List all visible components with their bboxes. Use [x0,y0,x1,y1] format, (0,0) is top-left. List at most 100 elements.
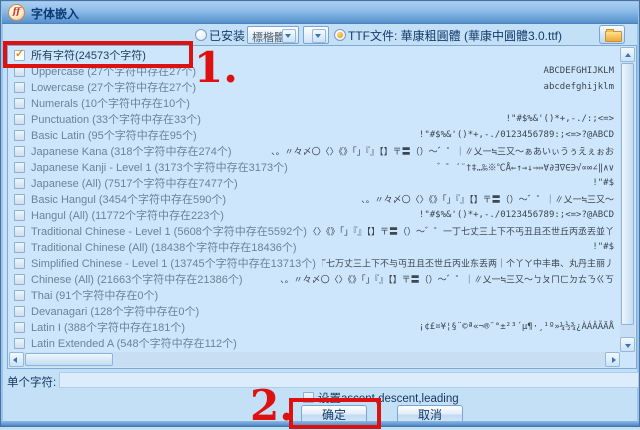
charset-row[interactable]: Devanagari (128个字符中存在0个) [9,303,620,319]
charset-checkbox[interactable] [14,306,25,317]
charset-row[interactable]: Latin Extended A (548个字符中存在112个) [9,335,620,351]
charset-checkbox[interactable] [14,322,25,333]
charset-label: Lowercase (27个字符中存在27个) [31,79,196,95]
charset-checkbox[interactable] [14,178,25,189]
charset-label: Thai (91个字符中存在0个) [31,287,158,303]
installed-radio[interactable] [195,29,207,41]
charset-sample-area: abcdefghijklm [202,79,616,95]
scroll-right-button[interactable] [605,352,620,367]
charset-sample-area: 、。〃々〆〇〈〉《》「」『』【】〒〓（）〜゛゜｜∥乂一≒三又〜ぁあいぃうぅえぇぉ… [238,143,616,159]
charset-checkbox[interactable] [14,226,25,237]
charset-row[interactable]: Lowercase (27个字符中存在27个) abcdefghijklm [9,79,620,95]
charset-sample-area: !"#$%&'()*+,-./:;<=> [207,111,616,127]
charset-sample: 一丁七万丈三上下不与丏丑且丕世丘丙业东丢两｜个丫ㄚ中丰串、丸丹主丽丿 [322,257,614,270]
installed-font-select[interactable]: 標楷體 [247,26,299,44]
app-logo-icon: ff [8,4,25,21]
charset-checkbox[interactable] [14,210,25,221]
charset-checkbox[interactable] [14,130,25,141]
charset-sample-area: ¡¢£¤¥¦§¨©ª«¬®¯°±²³´µ¶·¸¹º»¼½¾¿ÀÁÂÃÄÅ [191,319,616,335]
charset-row[interactable]: Simplified Chinese - Level 1 (13745个字符中存… [9,255,620,271]
charset-checkbox[interactable] [14,98,25,109]
charset-sample-area [205,303,616,319]
charset-row[interactable]: Chinese (All) (21663个字符中存在21386个) 、。〃々〆〇… [9,271,620,287]
charset-sample: ¡¢£¤¥¦§¨©ª«¬®¯°±²³´µ¶·¸¹º»¼½¾¿ÀÁÂÃÄÅ [419,322,614,332]
charset-checkbox[interactable] [14,290,25,301]
charset-sample-area: !"#$ [244,175,616,191]
charset-sample: abcdefghijklm [544,82,614,92]
browse-ttf-button[interactable] [599,25,625,44]
charset-checkbox[interactable] [14,146,25,157]
charset-label: Japanese Kana (318个字符中存在274个) [31,143,232,159]
charset-label: Basic Latin (95个字符中存在95个) [31,127,197,143]
charset-label: Hangul (All) (11772个字符中存在223个) [31,207,224,223]
charset-sample-area: ABCDEFGHIJKLM [202,63,616,79]
charset-row[interactable]: Traditional Chinese - Level 1 (5608个字符中存… [9,223,620,239]
charset-sample-area: !"#$ [303,239,616,255]
scroll-up-button[interactable] [620,47,635,62]
arrow-down-icon [625,344,631,348]
charset-checkbox[interactable] [14,242,25,253]
scroll-down-button[interactable] [620,337,635,352]
charset-label: Numerals (10个字符中存在10个) [31,95,190,111]
titlebar[interactable]: ff 字体嵌入 [2,2,638,24]
charset-sample-area: !"#$%&'()*+,-./0123456789:;<=>?@ABCD [203,127,616,143]
charset-sample-area [164,287,616,303]
vertical-scrollbar[interactable] [620,47,635,352]
charset-sample-area: !"#$%&'()*+,-./0123456789:;<=>?@ABCD [230,207,616,223]
charset-sample-area: 一丁七万丈三上下不与丏丑且丕世丘丙业东丢两｜个丫ㄚ中丰串、丸丹主丽丿 [322,255,616,271]
charset-checkbox[interactable] [14,114,25,125]
charset-row[interactable]: Japanese (All) (7517个字符中存在7477个) !"#$ [9,175,620,191]
charset-row[interactable]: Traditional Chinese (All) (18438个字符中存在18… [9,239,620,255]
horizontal-scrollbar[interactable] [9,352,620,367]
scroll-left-button[interactable] [9,352,24,367]
charset-sample-area [243,335,616,351]
charset-row[interactable]: Latin I (388个字符中存在181个) ¡¢£¤¥¦§¨©ª«¬®¯°±… [9,319,620,335]
horizontal-scroll-thumb[interactable] [25,353,113,366]
charset-label: Basic Hangul (3454个字符中存在590个) [31,191,226,207]
charset-sample: !"#$ [592,178,614,188]
arrow-up-icon [625,53,631,57]
charset-sample: 、。〃々〆〇〈〉《》「」『』【】〒〓（）〜゛゜｜∥乂一≒三又〜 [361,193,614,206]
charset-row[interactable]: Punctuation (33个字符中存在33个) !"#$%&'()*+,-.… [9,111,620,127]
charset-row[interactable]: Basic Hangul (3454个字符中存在590个) 、。〃々〆〇〈〉《》… [9,191,620,207]
charset-checkbox[interactable] [14,258,25,269]
window-title: 字体嵌入 [31,5,79,22]
charset-row[interactable]: Hangul (All) (11772个字符中存在223个) !"#$%&'()… [9,207,620,223]
charset-row[interactable]: Numerals (10个字符中存在10个) [9,95,620,111]
chevron-down-icon[interactable] [312,29,326,43]
charset-label: Punctuation (33个字符中存在33个) [31,111,201,127]
single-char-label: 单个字符: [7,374,56,390]
charset-row[interactable]: Basic Latin (95个字符中存在95个) !"#$%&'()*+,-.… [9,127,620,143]
charset-row[interactable]: Thai (91个字符中存在0个) [9,287,620,303]
charset-label: Simplified Chinese - Level 1 (13745个字符中存… [31,255,316,271]
charset-sample: ゛゜´¨†‡…‰※℃Å←↑→↓⇒⇔∀∂∃∇∈∋√∝∞∠‖∧∨ [437,161,614,174]
charset-label: Japanese (All) (7517个字符中存在7477个) [31,175,238,191]
charset-sample-area: 、。〃々〆〇〈〉《》「」『』【】〒〓（）〜゛゜｜∥乂一≒三又〜 [232,191,616,207]
arrow-right-icon [612,357,616,363]
font-style-select[interactable] [303,26,329,44]
single-char-input[interactable] [59,372,639,388]
chevron-down-icon[interactable] [282,29,296,43]
charset-sample: !"#$%&'()*+,-./0123456789:;<=>?@ABCD [419,210,614,220]
charset-row[interactable]: Japanese Kana (318个字符中存在274个) 、。〃々〆〇〈〉《》… [9,143,620,159]
ttf-file-label: TTF文件: 華康粗圓體 (華康中圓體3.0.ttf) [348,27,562,44]
charset-sample-area: ゛゜´¨†‡…‰※℃Å←↑→↓⇒⇔∀∂∃∇∈∋√∝∞∠‖∧∨ [294,159,616,175]
charset-label: Chinese (All) (21663个字符中存在21386个) [31,271,243,287]
annotation-box-step2 [289,398,381,429]
installed-font-value: 標楷體 [252,29,285,45]
charset-sample: !"#$ [592,242,614,252]
charset-sample: 、。〃々〆〇〈〉《》「」『』【】〒〓（）〜゛゜｜∥乂一≒三又〜ㄅㄆㄇㄈㄉㄊㄋㄍㄎ [280,273,614,286]
charset-row[interactable]: Japanese Kanji - Level 1 (3173个字符中存在3173… [9,159,620,175]
charset-checkbox[interactable] [14,194,25,205]
charset-sample: 、。〃々〆〇〈〉《》「」『』【】〒〓（）〜゛゜一丁七丈三上下不丐丑且丕世丘丙丞丟… [313,225,614,238]
charset-label: Devanagari (128个字符中存在0个) [31,303,199,319]
charset-checkbox[interactable] [14,274,25,285]
charset-checkbox[interactable] [14,338,25,349]
charset-list-panel: 所有字符(24573个字符) Uppercase (27个字符中存在27个) A… [7,45,637,369]
ttf-file-radio[interactable] [334,29,346,41]
charset-checkbox[interactable] [14,82,25,93]
annotation-step1-number: 1. [194,47,238,89]
installed-radio-label: 已安装 [209,27,245,44]
vertical-scroll-thumb[interactable] [621,63,634,325]
charset-checkbox[interactable] [14,162,25,173]
